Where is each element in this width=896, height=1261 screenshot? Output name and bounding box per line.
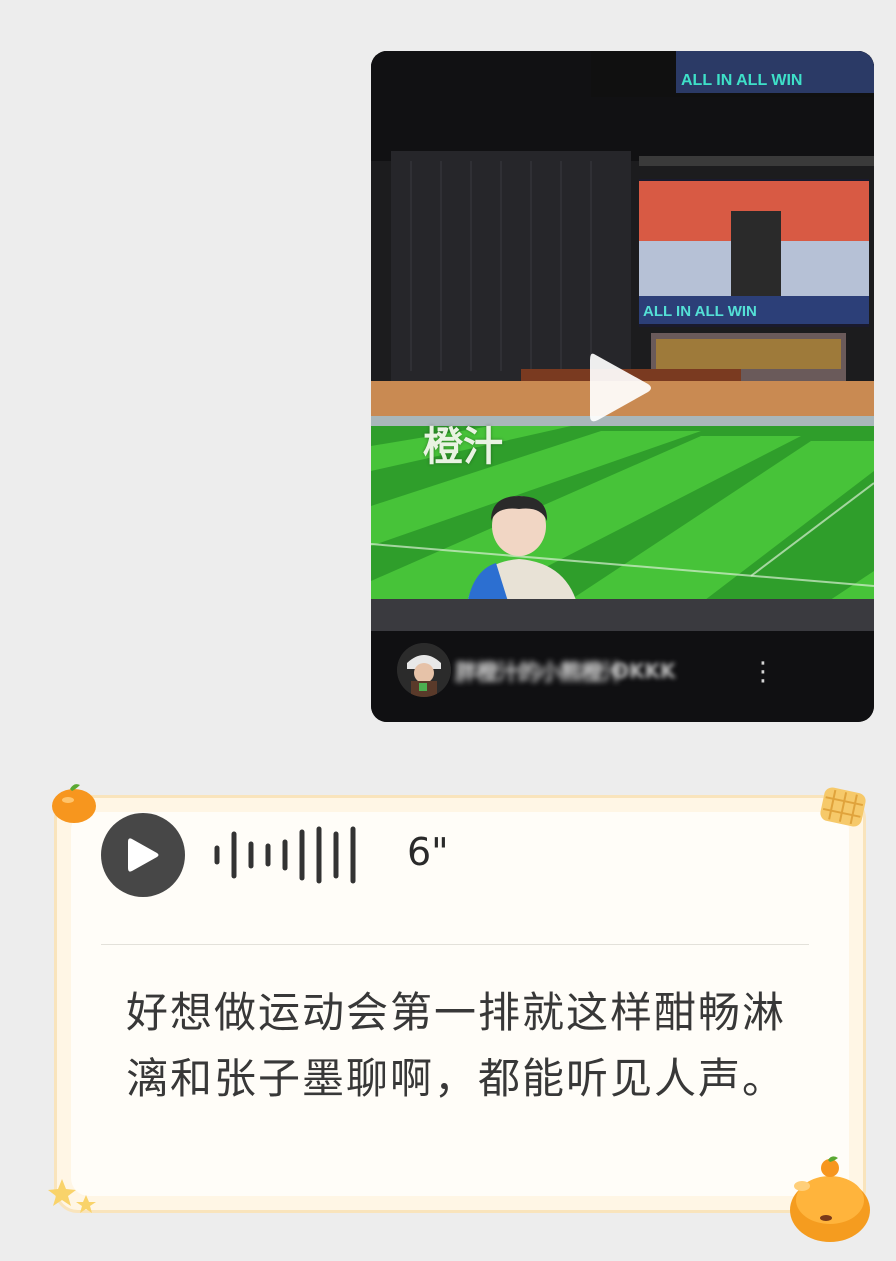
orange-cow-mascot-icon — [790, 1156, 870, 1242]
play-triangle-icon — [590, 353, 651, 422]
video-author-row[interactable]: 胖橙汁的小熊橙汁 OKKK ⋮ — [397, 641, 867, 701]
play-icon — [128, 838, 159, 872]
orange-sticker-icon — [52, 784, 96, 823]
voice-play-button[interactable] — [101, 813, 185, 897]
led-banner-top: ALL IN ALL WIN — [681, 72, 802, 89]
star-sticker-icon — [48, 1179, 96, 1213]
voice-transcript-text: 好想做运动会第一排就这样酣畅淋漓和张子墨聊啊，都能听见人声。 — [126, 988, 787, 1103]
waffle-sticker-icon — [820, 787, 866, 827]
voice-divider — [101, 944, 809, 945]
author-avatar[interactable] — [397, 643, 451, 697]
voice-duration: 6" — [407, 830, 449, 874]
video-play-button[interactable] — [574, 343, 664, 433]
more-options-icon[interactable]: ⋮ — [750, 657, 776, 687]
video-message-card[interactable]: ALL IN ALL WIN ALL IN ALL WIN 橙汁 胖橙汁的小熊橙… — [371, 51, 874, 722]
voice-waveform-icon — [214, 826, 356, 884]
led-banner-main: ALL IN ALL WIN — [643, 303, 757, 320]
video-watermark: 橙汁 — [423, 424, 503, 470]
author-name-suffix: OKKK — [612, 659, 676, 683]
